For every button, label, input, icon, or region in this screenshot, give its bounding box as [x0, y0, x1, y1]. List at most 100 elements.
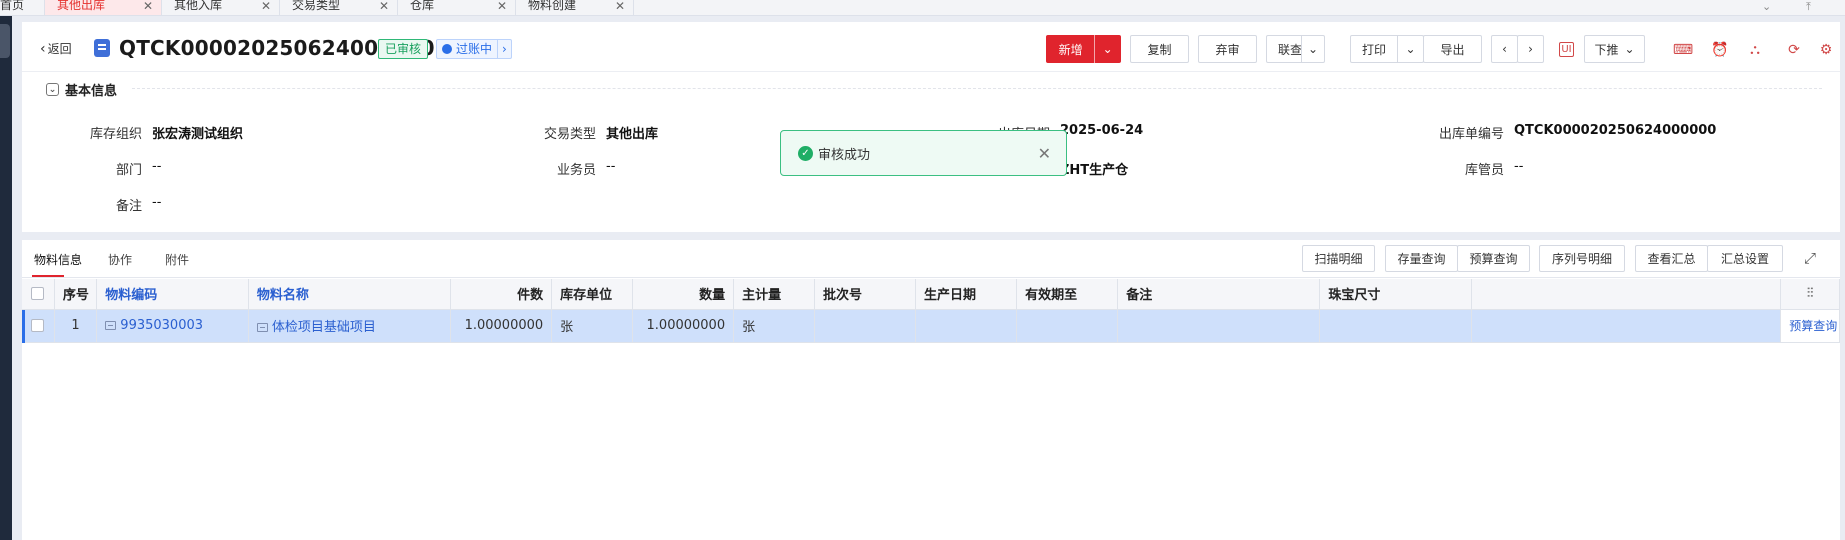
close-icon[interactable]: ✕	[143, 0, 153, 13]
close-icon[interactable]: ✕	[1038, 144, 1051, 163]
tab-other-inbound[interactable]: 其他入库 ✕	[162, 0, 280, 15]
left-nav-strip	[0, 0, 12, 540]
processing-icon	[442, 44, 452, 54]
detail-tabs: 物料信息 协作 附件 扫描明细 存量查询 预算查询 序列号明细 查看汇总 汇总设…	[22, 240, 1840, 278]
nav-collapse-handle[interactable]	[0, 24, 10, 58]
tab-warehouse[interactable]: 仓库 ✕	[398, 0, 516, 15]
scan-detail-button[interactable]: 扫描明细	[1302, 245, 1375, 272]
material-icon	[256, 323, 268, 332]
abandon-review-button[interactable]: 弃审	[1198, 35, 1257, 63]
chevron-down-icon: ⌄	[1624, 42, 1635, 56]
tab-attachments[interactable]: 附件	[165, 251, 189, 268]
material-name[interactable]: 体检项目基础项目	[272, 320, 376, 335]
check-circle-icon: ✓	[798, 145, 813, 161]
close-icon[interactable]: ✕	[615, 0, 625, 13]
column-header[interactable]: 数量	[632, 279, 735, 310]
warehouse-value: ZHT生产仓	[1060, 163, 1129, 178]
column-settings-icon[interactable]: ⫶⫶	[1780, 279, 1840, 310]
chevron-down-icon[interactable]: ⌄	[46, 83, 59, 96]
column-header[interactable]: 备注	[1117, 279, 1321, 310]
detail-card: 物料信息 协作 附件 扫描明细 存量查询 预算查询 序列号明细 查看汇总 汇总设…	[22, 240, 1840, 540]
chevron-down-icon[interactable]: ⌄	[1762, 0, 1771, 14]
column-header	[1471, 279, 1782, 310]
column-header[interactable]: 库存单位	[551, 279, 634, 310]
cell-batch-no	[814, 309, 917, 343]
status-badge: 已审核	[378, 39, 429, 59]
field-label: 出库单编号	[1438, 127, 1504, 142]
chevron-down-icon[interactable]: ⌄	[1094, 35, 1120, 63]
cell-expiry-date	[1016, 309, 1119, 343]
fullscreen-icon[interactable]: ⤢	[1804, 249, 1816, 267]
upload-icon[interactable]: ⤒	[1806, 0, 1811, 14]
close-icon[interactable]: ✕	[379, 0, 389, 13]
field-label: 库管员	[1464, 163, 1504, 178]
active-tab-indicator	[32, 275, 64, 277]
material-table: 序号 物料编码 物料名称 件数 库存单位 数量 主计量 批次号 生产日期 有效期…	[22, 279, 1840, 343]
next-button[interactable]: ›	[1517, 35, 1544, 63]
summary-settings-button[interactable]: 汇总设置	[1707, 245, 1783, 272]
process-badge[interactable]: 过账中 ›	[436, 39, 512, 59]
tab-trade-type[interactable]: 交易类型 ✕	[280, 0, 398, 15]
close-icon[interactable]: ✕	[261, 0, 271, 13]
share-icon[interactable]: ⛬	[1745, 40, 1765, 60]
chevron-down-icon[interactable]: ⌄	[1301, 36, 1324, 62]
back-button[interactable]: ‹ 返回	[40, 40, 72, 57]
cell-remark	[1117, 309, 1321, 343]
back-label: 返回	[47, 42, 72, 56]
column-header[interactable]: 生产日期	[915, 279, 1018, 310]
tab-other-outbound[interactable]: 其他出库 ✕	[45, 0, 162, 15]
tab-label: 首页	[0, 0, 25, 12]
tab-material-create[interactable]: 物料创建 ✕	[516, 0, 634, 15]
document-header-card: ‹ 返回 QTCK000020250624000000 已审核 过账中 › 新增 ⌄…	[22, 22, 1840, 232]
material-code[interactable]: 9935030003	[120, 318, 203, 333]
alarm-icon[interactable]: ⏰	[1710, 40, 1730, 60]
chevron-down-icon[interactable]: ⌄	[1397, 36, 1423, 62]
print-button[interactable]: 打印 ⌄	[1350, 35, 1424, 63]
column-header[interactable]: 有效期至	[1016, 279, 1119, 310]
close-icon[interactable]: ✕	[497, 0, 507, 13]
success-toast: ✓ 审核成功 ✕	[780, 130, 1067, 176]
refresh-icon[interactable]: ⟳	[1784, 40, 1804, 60]
column-header[interactable]: 序号	[54, 279, 98, 310]
table-row[interactable]: 1 9935030003 体检项目基础项目 1.00000000 张 1.000…	[22, 309, 1840, 343]
checkbox[interactable]	[31, 319, 45, 332]
column-header[interactable]: 件数	[450, 279, 553, 310]
column-header[interactable]: 物料名称	[248, 279, 452, 310]
view-summary-button[interactable]: 查看汇总	[1635, 245, 1708, 272]
push-down-button[interactable]: 下推 ⌄	[1584, 35, 1645, 63]
cell-material-code[interactable]: 9935030003	[96, 309, 249, 343]
print-label: 打印	[1362, 42, 1387, 57]
tab-material-info[interactable]: 物料信息	[34, 251, 82, 268]
tab-home[interactable]: 首页	[0, 0, 45, 15]
stock-query-button[interactable]: 存量查询	[1385, 245, 1458, 272]
serial-detail-button[interactable]: 序列号明细	[1539, 245, 1625, 272]
keyboard-icon[interactable]: ⌨	[1673, 40, 1693, 60]
tab-collaboration[interactable]: 协作	[108, 251, 132, 268]
field-label: 业务员	[556, 163, 596, 178]
row-checkbox[interactable]	[22, 309, 55, 343]
field-label: 交易类型	[543, 127, 596, 142]
field-label: 备注	[115, 199, 142, 214]
cell-pieces: 1.00000000	[450, 309, 553, 343]
checkbox[interactable]	[31, 287, 45, 301]
column-header[interactable]: 批次号	[814, 279, 917, 310]
column-header[interactable]: 物料编码	[96, 279, 249, 310]
trade-type-value: 其他出库	[606, 127, 659, 142]
column-header[interactable]: 主计量	[733, 279, 815, 310]
out-no-value: QTCK000020250624000000	[1514, 123, 1717, 138]
copy-button[interactable]: 复制	[1130, 35, 1189, 63]
ui-icon[interactable]: UI	[1559, 42, 1574, 57]
cell-material-name[interactable]: 体检项目基础项目	[248, 309, 452, 343]
export-button[interactable]: 导出	[1423, 35, 1482, 63]
row-budget-query-link[interactable]: 预算查询	[1780, 309, 1840, 343]
select-all-checkbox[interactable]	[22, 279, 55, 310]
new-button[interactable]: 新增 ⌄	[1046, 35, 1121, 63]
column-header[interactable]: 珠宝尺寸	[1319, 279, 1472, 310]
document-header: ‹ 返回 QTCK000020250624000000 已审核 过账中 › 新增 ⌄…	[22, 22, 1840, 72]
section-divider	[132, 88, 1822, 89]
prev-button[interactable]: ‹	[1491, 35, 1518, 63]
settings-icon[interactable]: ⚙	[1816, 40, 1836, 60]
linked-query-button[interactable]: 联查 ⌄	[1266, 35, 1325, 63]
budget-query-button[interactable]: 预算查询	[1457, 245, 1530, 272]
section-basic-info[interactable]: ⌄ 基本信息	[46, 80, 117, 99]
